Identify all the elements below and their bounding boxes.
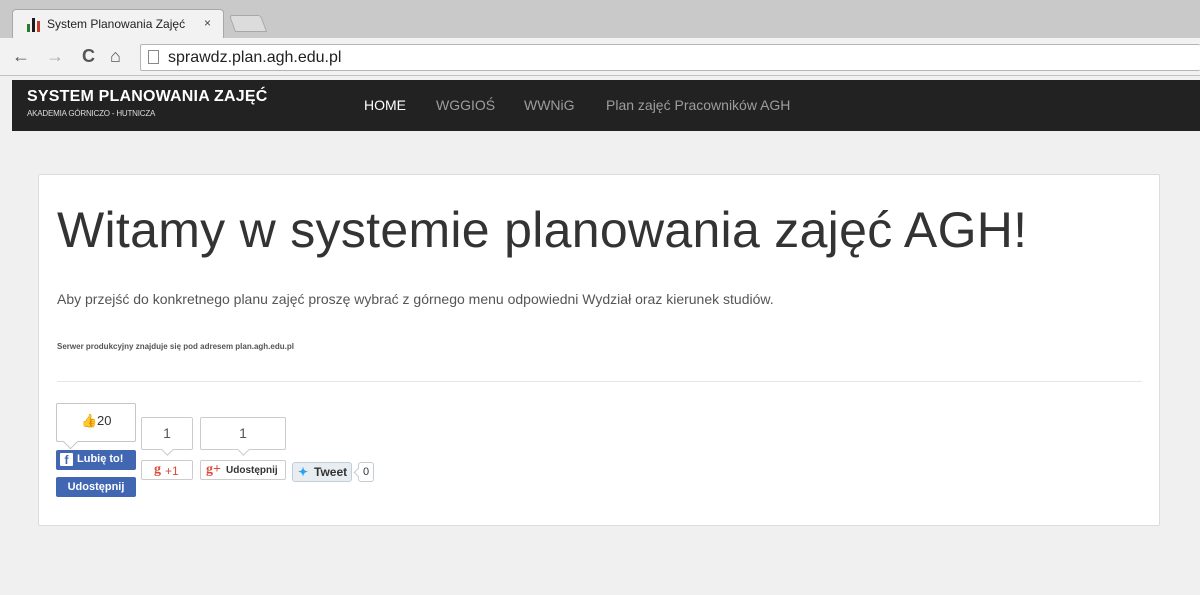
thumbs-up-icon: 👍 bbox=[81, 413, 98, 428]
fb-like-button[interactable]: f Lubię to! bbox=[56, 450, 136, 470]
close-icon[interactable]: × bbox=[204, 16, 211, 30]
fb-like-count: 20 bbox=[97, 413, 112, 428]
lead-text: Aby przejść do konkretnego planu zajęć p… bbox=[57, 291, 774, 307]
tweet-button[interactable]: ✦ Tweet bbox=[292, 462, 352, 482]
fb-like-count-bubble: 👍 20 bbox=[56, 403, 136, 442]
browser-toolbar: ← → C ⌂ sprawdz.plan.agh.edu.pl bbox=[0, 38, 1200, 76]
reload-icon[interactable]: C bbox=[82, 46, 95, 66]
fb-share-button[interactable]: Udostępnij bbox=[56, 477, 136, 497]
facebook-icon: f bbox=[60, 453, 73, 467]
nav-link-wggios[interactable]: WGGIOŚ bbox=[436, 97, 495, 113]
new-tab-button[interactable] bbox=[228, 15, 268, 32]
welcome-panel: Witamy w systemie planowania zajęć AGH! … bbox=[38, 174, 1160, 526]
url-text: sprawdz.plan.agh.edu.pl bbox=[168, 49, 342, 66]
brand-title[interactable]: SYSTEM PLANOWANIA ZAJĘĆ bbox=[27, 88, 267, 106]
address-bar[interactable]: sprawdz.plan.agh.edu.pl bbox=[140, 44, 1200, 71]
nav-link-wwnig[interactable]: WWNiG bbox=[524, 97, 575, 113]
gplus-one-button[interactable]: g +1 bbox=[141, 460, 193, 480]
gplus-icon: g bbox=[154, 462, 161, 477]
tab-title: System Planowania Zajęć bbox=[47, 17, 186, 31]
divider bbox=[57, 381, 1142, 382]
site-navbar: SYSTEM PLANOWANIA ZAJĘĆ AKADEMIA GÓRNICZ… bbox=[12, 80, 1200, 131]
gshare-count-bubble: 1 bbox=[200, 417, 286, 450]
page-title: Witamy w systemie planowania zajęć AGH! bbox=[57, 202, 1028, 258]
server-note: Serwer produkcyjny znajduje się pod adre… bbox=[57, 342, 294, 351]
tweet-count: 0 bbox=[358, 462, 374, 482]
tweet-label: Tweet bbox=[314, 465, 348, 479]
twitter-bird-icon: ✦ bbox=[298, 465, 309, 479]
back-icon[interactable]: ← bbox=[12, 46, 30, 66]
page-icon bbox=[148, 50, 159, 64]
site-favicon-icon bbox=[27, 18, 41, 32]
brand-subtitle: AKADEMIA GÓRNICZO - HUTNICZA bbox=[27, 109, 156, 118]
forward-icon[interactable]: → bbox=[46, 46, 64, 66]
gplus-share-button[interactable]: g+ Udostępnij bbox=[200, 460, 286, 480]
gplus-label: +1 bbox=[165, 464, 179, 478]
gplus-count-bubble: 1 bbox=[141, 417, 193, 450]
home-icon[interactable]: ⌂ bbox=[110, 46, 121, 66]
gplus-icon: g+ bbox=[206, 462, 221, 477]
gshare-label: Udostępnij bbox=[226, 465, 278, 476]
fb-like-label: Lubię to! bbox=[77, 453, 124, 465]
nav-link-home[interactable]: HOME bbox=[364, 97, 406, 113]
browser-tab[interactable]: System Planowania Zajęć × bbox=[12, 9, 224, 38]
browser-tabstrip: System Planowania Zajęć × bbox=[0, 0, 1200, 38]
nav-link-pracownicy[interactable]: Plan zajęć Pracowników AGH bbox=[606, 97, 790, 113]
